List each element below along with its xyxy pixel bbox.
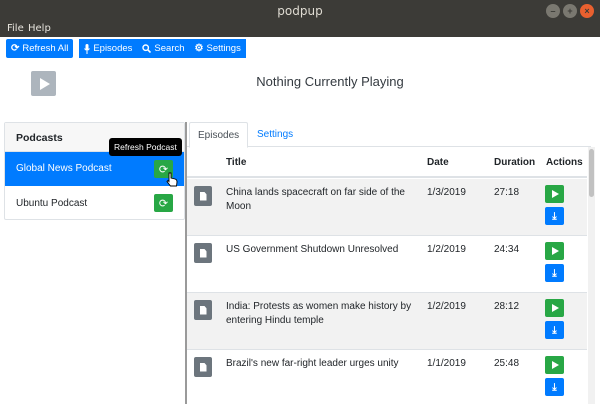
- maximize-button[interactable]: +: [563, 4, 577, 18]
- download-icon: ⤓: [552, 381, 557, 393]
- menu-help[interactable]: Help: [28, 23, 51, 34]
- episode-date: 1/2/2019: [427, 301, 466, 312]
- hand-cursor-icon: [166, 172, 178, 187]
- table-row: China lands spacecraft on far side of th…: [187, 179, 587, 236]
- episodes-button[interactable]: Episodes: [79, 39, 138, 58]
- episode-date: 1/3/2019: [427, 187, 466, 198]
- main-toolbar: ⟳ Refresh All Episodes Search ⚙ Settings: [6, 39, 246, 58]
- download-icon: ⤓: [552, 267, 557, 279]
- menu-bar: File Help: [0, 22, 600, 37]
- episode-duration: 24:34: [494, 244, 520, 255]
- podcast-item-global-news[interactable]: Global News Podcast ⟳: [5, 152, 184, 186]
- tab-settings[interactable]: Settings: [249, 122, 301, 147]
- document-icon: [194, 357, 212, 377]
- refresh-podcast-button[interactable]: ⟳: [154, 194, 173, 212]
- play-episode-button[interactable]: [545, 356, 564, 374]
- tab-episodes[interactable]: Episodes: [189, 122, 249, 148]
- episode-title: India: Protests as women make history by…: [226, 301, 412, 326]
- episode-duration: 27:18: [494, 187, 520, 198]
- refresh-podcast-tooltip: Refresh Podcast: [109, 138, 182, 156]
- podcast-name: Ubuntu Podcast: [16, 197, 88, 209]
- gear-icon: ⚙: [194, 43, 204, 54]
- document-icon: [194, 300, 212, 320]
- table-header: Title Date Duration Actions: [187, 148, 587, 178]
- download-episode-button[interactable]: ⤓: [545, 207, 564, 225]
- episode-title: US Government Shutdown Unresolved: [226, 244, 399, 255]
- close-button[interactable]: ×: [580, 4, 594, 18]
- podcast-item-ubuntu[interactable]: Ubuntu Podcast ⟳: [5, 186, 184, 220]
- play-icon: [39, 77, 50, 90]
- document-icon: [194, 243, 212, 263]
- podcasts-panel: Podcasts Global News Podcast ⟳ Ubuntu Po…: [4, 122, 185, 220]
- search-label: Search: [154, 43, 185, 54]
- refresh-icon: ⟳: [11, 43, 20, 54]
- episode-date: 1/1/2019: [427, 358, 466, 369]
- play-episode-button[interactable]: [545, 299, 564, 317]
- refresh-all-button[interactable]: ⟳ Refresh All: [6, 39, 74, 58]
- episodes-pane: Episodes Settings Title Date Duration Ac…: [185, 122, 600, 404]
- play-icon: [552, 190, 559, 198]
- main-play-button[interactable]: [31, 71, 56, 96]
- settings-label: Settings: [206, 43, 241, 54]
- play-episode-button[interactable]: [545, 242, 564, 260]
- window-title: podpup: [277, 4, 323, 18]
- refresh-icon: ⟳: [158, 197, 169, 210]
- search-button[interactable]: Search: [137, 39, 190, 58]
- episodes-scrollbar[interactable]: [588, 147, 595, 404]
- episode-title: China lands spacecraft on far side of th…: [226, 187, 405, 212]
- now-playing-status: Nothing Currently Playing: [256, 74, 404, 89]
- search-icon: [142, 44, 152, 53]
- table-row: Brazil's new far-right leader urges unit…: [187, 350, 587, 404]
- episode-date: 1/2/2019: [427, 244, 466, 255]
- play-icon: [552, 304, 559, 312]
- play-icon: [552, 247, 559, 255]
- table-row: India: Protests as women make history by…: [187, 293, 587, 350]
- episodes-label: Episodes: [93, 43, 133, 54]
- microphone-icon: [84, 43, 91, 54]
- download-episode-button[interactable]: ⤓: [545, 321, 564, 339]
- view-button-group: Episodes Search ⚙ Settings: [79, 39, 246, 58]
- episode-duration: 28:12: [494, 301, 520, 312]
- download-icon: ⤓: [552, 324, 557, 336]
- document-icon: [194, 186, 212, 206]
- episode-title: Brazil's new far-right leader urges unit…: [226, 358, 399, 369]
- settings-button[interactable]: ⚙ Settings: [189, 39, 246, 58]
- scrollbar-thumb[interactable]: [589, 149, 594, 197]
- window-controls: – + ×: [546, 4, 594, 18]
- table-row: US Government Shutdown Unresolved 1/2/20…: [187, 236, 587, 293]
- play-episode-button[interactable]: [545, 185, 564, 203]
- download-icon: ⤓: [552, 210, 557, 222]
- column-title: Title: [226, 157, 247, 168]
- refresh-all-label: Refresh All: [22, 43, 69, 54]
- minimize-button[interactable]: –: [546, 4, 560, 18]
- column-duration: Duration: [494, 157, 536, 168]
- play-icon: [552, 361, 559, 369]
- episode-duration: 25:48: [494, 358, 520, 369]
- column-actions: Actions: [546, 157, 583, 168]
- tab-bar: Episodes Settings: [187, 122, 591, 148]
- menu-file[interactable]: File: [7, 23, 24, 34]
- download-episode-button[interactable]: ⤓: [545, 378, 564, 396]
- column-date: Date: [427, 157, 449, 168]
- download-episode-button[interactable]: ⤓: [545, 264, 564, 282]
- window-titlebar: podpup – + ×: [0, 0, 600, 22]
- podcast-name: Global News Podcast: [16, 163, 112, 174]
